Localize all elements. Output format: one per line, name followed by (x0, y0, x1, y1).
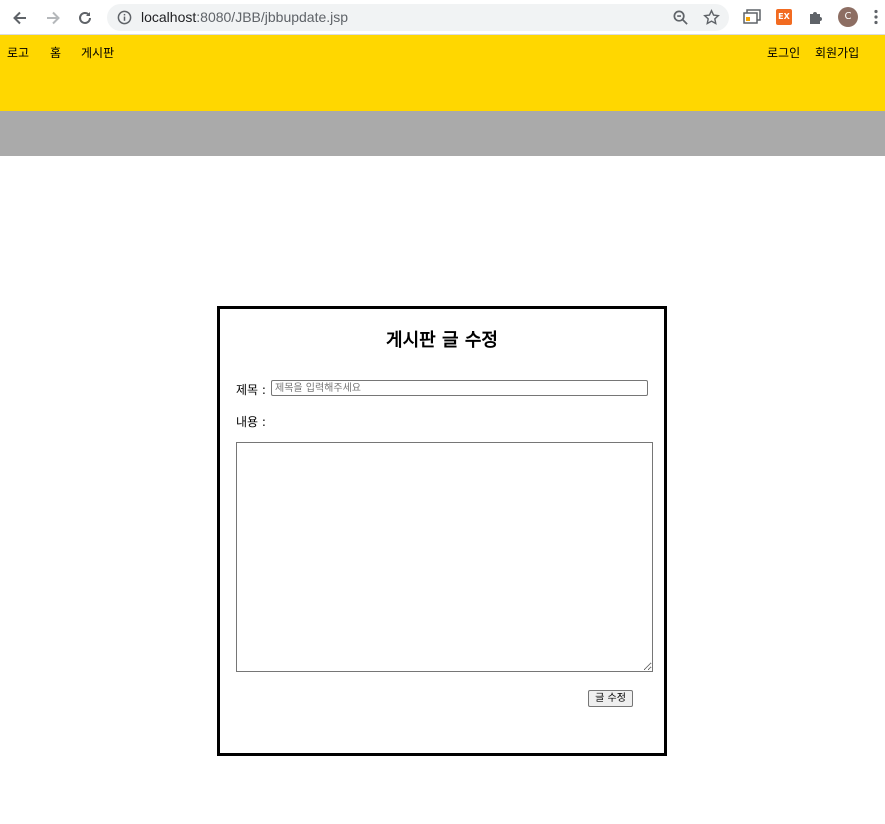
star-icon[interactable] (703, 9, 720, 26)
content-textarea[interactable] (236, 442, 653, 672)
board-link[interactable]: 게시판 (81, 44, 114, 61)
forward-button[interactable] (41, 6, 65, 30)
zoom-icon[interactable] (672, 9, 689, 26)
address-bar[interactable]: localhost:8080/JBB/jbbupdate.jsp (107, 4, 729, 31)
reload-button[interactable] (73, 6, 97, 30)
reload-icon (79, 11, 91, 24)
url-text: localhost:8080/JBB/jbbupdate.jsp (141, 9, 349, 25)
browser-toolbar: localhost:8080/JBB/jbbupdate.jsp EX C (0, 0, 885, 35)
menu-kebab-icon[interactable] (868, 6, 884, 28)
arrow-left-icon (13, 11, 26, 25)
extensions-puzzle-icon[interactable] (805, 6, 827, 28)
extension-ex-icon[interactable]: EX (773, 6, 795, 28)
profile-avatar[interactable]: C (837, 6, 859, 28)
logo-link[interactable]: 로고 (7, 44, 29, 61)
home-link[interactable]: 홈 (50, 44, 61, 61)
edit-post-form: 게시판 글 수정 제목 : 내용 : 글 수정 (217, 306, 667, 756)
submit-edit-button[interactable]: 글 수정 (588, 690, 633, 707)
subject-label: 제목 : (236, 383, 266, 397)
site-header: 로고 홈 게시판 로그인 회원가입 (0, 35, 885, 111)
subject-input[interactable] (271, 380, 648, 396)
tab-search-icon[interactable] (741, 6, 763, 28)
form-title: 게시판 글 수정 (386, 330, 498, 351)
signup-link[interactable]: 회원가입 (815, 44, 859, 61)
login-link[interactable]: 로그인 (767, 44, 800, 61)
sub-navigation-bar (0, 111, 885, 156)
content-label: 내용 : (236, 415, 266, 429)
info-icon[interactable] (117, 10, 132, 25)
back-button[interactable] (8, 6, 32, 30)
arrow-right-icon (47, 11, 60, 25)
